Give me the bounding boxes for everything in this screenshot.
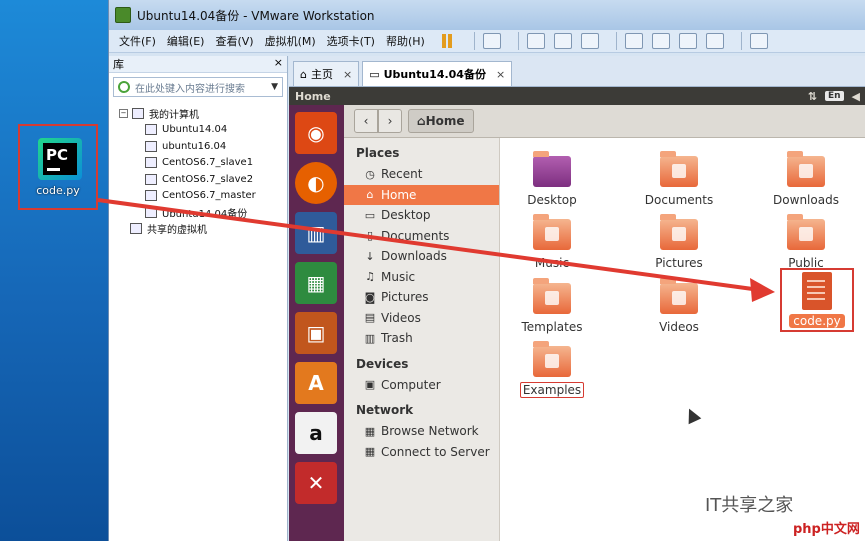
watermark: IT共享之家 [705,491,793,517]
site-watermark: php中文网 [793,518,860,537]
watermark-text: IT共享之家 [705,495,794,516]
drag-arrow-annotation [97,198,775,302]
site-watermark-text: php中文网 [793,522,860,537]
